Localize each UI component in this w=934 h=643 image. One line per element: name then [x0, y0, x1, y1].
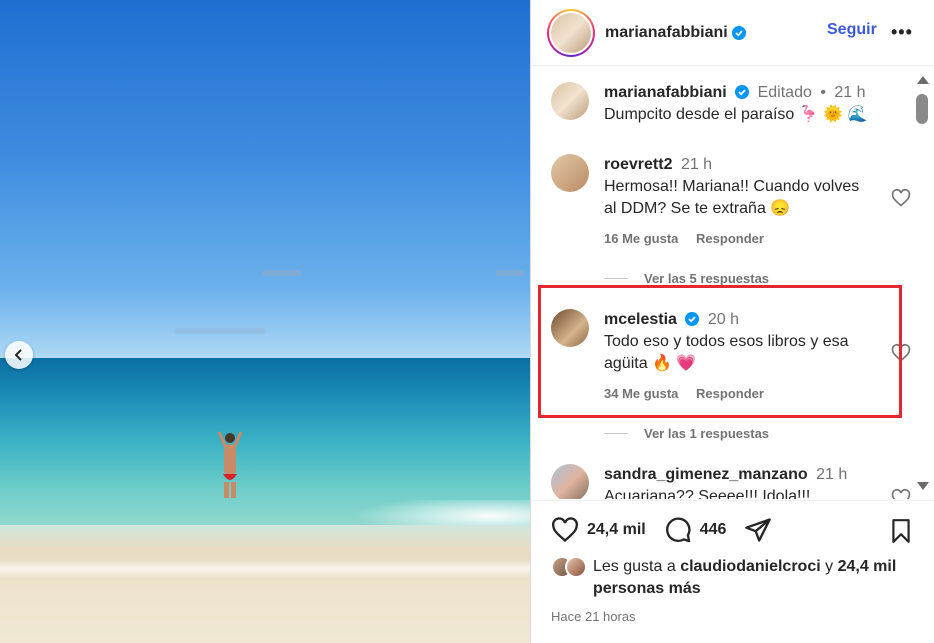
- avatar[interactable]: [551, 82, 589, 120]
- chevron-left-icon: [14, 349, 22, 361]
- liked-by: Les gusta a claudiodanielcroci y 24,4 mi…: [551, 556, 923, 600]
- sand: [0, 525, 530, 643]
- edited-label: Editado: [757, 84, 812, 101]
- avatar[interactable]: [565, 556, 587, 578]
- comment-time[interactable]: 21 h: [681, 156, 712, 173]
- post-details-panel: marianafabbiani Seguir ••• marianafabbia…: [530, 0, 934, 643]
- view-replies-button[interactable]: Ver las 5 respuestas: [604, 271, 769, 286]
- highlight-box: [538, 285, 902, 418]
- share-icon[interactable]: [744, 516, 772, 544]
- comment-time[interactable]: 21 h: [816, 466, 847, 483]
- like-icon[interactable]: [551, 516, 579, 544]
- comment-username[interactable]: sandra_gimenez_manzano: [604, 466, 808, 483]
- comment-text: Hermosa!! Mariana!! Cuando volves al DDM…: [604, 178, 860, 217]
- verified-icon: [735, 85, 750, 99]
- comment-likes[interactable]: 16 Me gusta: [604, 231, 678, 246]
- post-footer: 24,4 mil 446 Les gusta a claudiodanielcr…: [531, 500, 934, 643]
- view-replies-button[interactable]: Ver las 1 respuestas: [604, 426, 769, 441]
- likes-count[interactable]: 24,4 mil: [587, 521, 646, 539]
- more-options-icon[interactable]: •••: [891, 22, 913, 43]
- scrollbar-thumb[interactable]: [916, 94, 928, 124]
- liked-by-user[interactable]: claudiodanielcroci: [680, 558, 820, 575]
- cloud: [175, 328, 265, 334]
- comment-text: Acuariana?? Seeee!!! Idola!!!: [604, 488, 811, 499]
- person-figure: [217, 431, 243, 498]
- bookmark-icon[interactable]: [888, 517, 914, 545]
- liked-by-prefix: Les gusta a: [593, 558, 676, 575]
- comments-scrollbar[interactable]: [914, 72, 930, 492]
- reply-button[interactable]: Responder: [696, 231, 764, 246]
- caption-text: Dumpcito desde el paraíso 🦩 🌞 🌊: [604, 106, 868, 123]
- cloud: [262, 270, 302, 276]
- like-comment-icon[interactable]: [891, 188, 911, 208]
- caption-time[interactable]: 21 h: [834, 84, 865, 101]
- separator-dot: •: [820, 84, 826, 101]
- previous-photo-button[interactable]: [5, 341, 33, 369]
- scroll-up-arrow-icon[interactable]: [917, 76, 929, 84]
- liked-by-connector: y: [825, 558, 834, 575]
- shoreline: [0, 560, 530, 578]
- author-avatar[interactable]: [547, 8, 595, 57]
- comments-count[interactable]: 446: [700, 521, 727, 539]
- follow-button[interactable]: Seguir: [827, 21, 877, 39]
- avatar[interactable]: [551, 464, 589, 499]
- verified-icon: [731, 25, 746, 40]
- post-header: marianafabbiani Seguir •••: [531, 0, 934, 66]
- author-username[interactable]: marianafabbiani: [605, 24, 728, 42]
- post-timestamp[interactable]: Hace 21 horas: [551, 609, 636, 624]
- comments-list[interactable]: marianafabbiani Editado • 21 h Dumpcito …: [531, 67, 934, 499]
- post-photo[interactable]: [0, 0, 530, 643]
- comment-username[interactable]: roevrett2: [604, 156, 672, 173]
- like-comment-icon[interactable]: [891, 488, 911, 499]
- scroll-down-arrow-icon[interactable]: [917, 482, 929, 490]
- cloud: [495, 270, 525, 276]
- avatar[interactable]: [551, 154, 589, 192]
- comment-icon[interactable]: [664, 516, 692, 544]
- caption-username[interactable]: marianafabbiani: [604, 84, 727, 101]
